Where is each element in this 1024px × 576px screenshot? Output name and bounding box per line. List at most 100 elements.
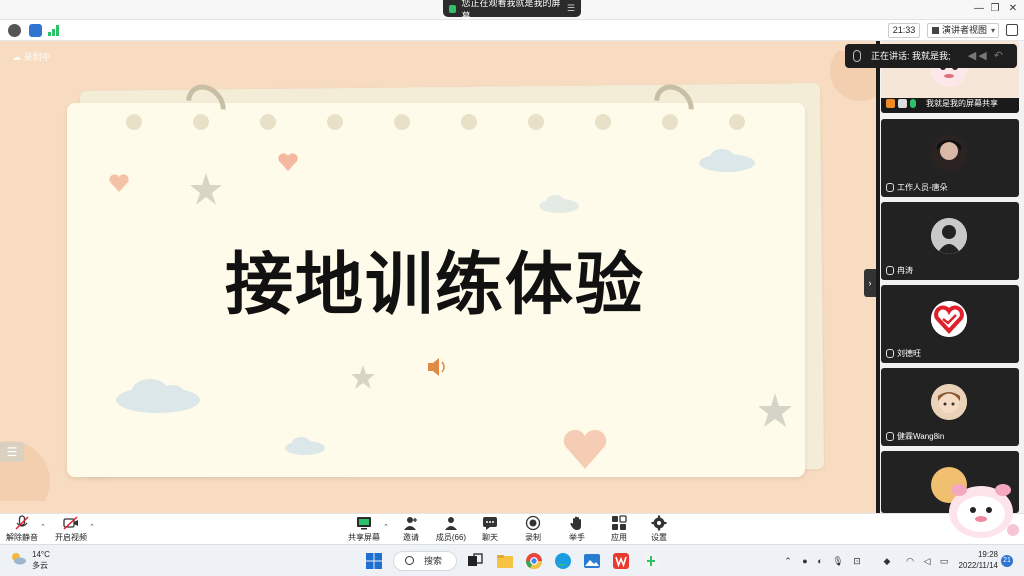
cloud-icon bbox=[699, 149, 755, 172]
meeting-toolbar: 解除静音 ⌃ 开启视频 ⌃ 共享屏幕 ⌃ 邀请 成员(66) 聊天 录制 举手 … bbox=[0, 513, 1024, 544]
microphone-muted-icon bbox=[886, 183, 894, 192]
view-mode-dropdown[interactable]: 演讲者视图 ▾ bbox=[927, 23, 999, 38]
cloud-icon bbox=[539, 195, 579, 213]
gear-icon bbox=[651, 515, 667, 531]
wps-office-icon[interactable] bbox=[612, 552, 630, 570]
audio-options-chevron-icon[interactable]: ⌃ bbox=[40, 523, 46, 531]
microphone-icon bbox=[853, 50, 861, 62]
active-speaker-bar: 正在讲话: 我就是我; ◀◀ ↶ bbox=[845, 44, 1017, 68]
binder-hole bbox=[461, 114, 477, 130]
apps-icon bbox=[612, 515, 627, 530]
unmute-button[interactable]: 解除静音 bbox=[6, 515, 38, 545]
wifi-icon[interactable]: ◠ bbox=[904, 555, 916, 567]
microphone-muted-icon bbox=[886, 432, 894, 441]
cloud-icon bbox=[285, 437, 325, 455]
share-screen-icon bbox=[357, 517, 371, 530]
title-bar: 您正在观看我就是我的屏幕 ☰ — ❐ ✕ bbox=[0, 0, 1024, 21]
participant-name: 我就是我的屏幕共享 bbox=[884, 97, 998, 110]
chrome-icon[interactable] bbox=[525, 552, 543, 570]
view-layout-icon bbox=[932, 27, 939, 34]
binder-hole bbox=[662, 114, 678, 130]
star-icon bbox=[351, 365, 375, 389]
screen-share-icon bbox=[898, 99, 907, 108]
chat-button[interactable]: 聊天 bbox=[478, 515, 502, 545]
mascot-sticker-icon bbox=[949, 484, 1019, 538]
chevron-down-icon: ▾ bbox=[990, 26, 995, 35]
binder-hole bbox=[528, 114, 544, 130]
search-icon bbox=[405, 556, 414, 565]
chat-icon bbox=[483, 517, 497, 530]
binder-hole bbox=[595, 114, 611, 130]
apps-button[interactable]: 应用 bbox=[607, 515, 631, 545]
screen-share-banner[interactable]: 您正在观看我就是我的屏幕 ☰ bbox=[443, 0, 581, 21]
menu-icon[interactable]: ☰ bbox=[567, 3, 575, 14]
video-options-chevron-icon[interactable]: ⌃ bbox=[89, 523, 95, 531]
taskbar-search[interactable]: 搜索 bbox=[393, 551, 457, 571]
add-user-icon bbox=[404, 517, 417, 530]
share-screen-button[interactable]: 共享屏幕 bbox=[346, 515, 382, 545]
qq-icon[interactable]: ● bbox=[799, 555, 811, 567]
shared-screen: ☁ 录制中 接地训练体验 ☰ › bbox=[0, 41, 876, 513]
collapse-panel-button[interactable]: › bbox=[864, 269, 876, 297]
info-icon[interactable] bbox=[8, 24, 21, 37]
binder-hole bbox=[260, 114, 276, 130]
weather-widget[interactable]: 14°C 多云 bbox=[10, 549, 50, 571]
start-video-button[interactable]: 开启视频 bbox=[54, 515, 88, 545]
close-button[interactable]: ✕ bbox=[1004, 2, 1022, 16]
windows-taskbar: 14°C 多云 搜索 ⌃ ● ◐ 🎙 ⊡ ◆ ◠ ◁ ▭ 19:28 2022/… bbox=[0, 544, 1024, 576]
binder-hole bbox=[193, 114, 209, 130]
volume-icon[interactable]: ◁ bbox=[921, 555, 933, 567]
photos-icon[interactable] bbox=[583, 552, 601, 570]
slide-menu-button[interactable]: ☰ bbox=[0, 442, 24, 462]
system-clock[interactable]: 19:28 2022/11/14 bbox=[958, 549, 998, 571]
weather-temperature: 14°C bbox=[32, 550, 50, 559]
edge-icon[interactable] bbox=[554, 552, 572, 570]
participant-tile[interactable]: 工作人员-唐朵 bbox=[881, 119, 1019, 197]
heart-icon bbox=[563, 429, 607, 469]
participant-tile[interactable]: 刘德旺 bbox=[881, 285, 1019, 363]
fullscreen-icon[interactable] bbox=[1006, 24, 1018, 36]
heart-icon bbox=[278, 153, 298, 171]
file-explorer-icon[interactable] bbox=[496, 552, 514, 570]
chevron-up-icon[interactable]: ⌃ bbox=[782, 555, 794, 567]
notification-badge[interactable]: 21 bbox=[1001, 555, 1013, 567]
binder-hole bbox=[327, 114, 343, 130]
participant-name: 冉涛 bbox=[884, 264, 913, 277]
slide-title: 接地训练体验 bbox=[224, 246, 645, 325]
participant-name: 工作人员-唐朵 bbox=[884, 181, 948, 194]
share-options-chevron-icon[interactable]: ⌃ bbox=[383, 523, 389, 531]
speaker-icon[interactable] bbox=[426, 356, 450, 378]
dark-figure-avatar-icon bbox=[931, 218, 967, 254]
participant-name: 健霖Wang8in bbox=[884, 430, 944, 443]
navigation-arrows-icon[interactable]: ◀◀ ↶ bbox=[968, 44, 1005, 68]
panel-divider bbox=[876, 41, 880, 513]
star-icon bbox=[758, 393, 792, 427]
clock-time: 19:28 bbox=[977, 550, 998, 559]
restore-button[interactable]: ❐ bbox=[986, 2, 1004, 16]
participant-tile[interactable]: 健霖Wang8in bbox=[881, 368, 1019, 446]
microphone-icon[interactable]: 🎙 bbox=[832, 555, 844, 567]
meeting-clock: 21:33 bbox=[888, 23, 920, 38]
microphone-on-icon bbox=[910, 99, 916, 108]
view-mode-label: 演讲者视图 bbox=[942, 25, 988, 35]
settings-button[interactable]: 设置 bbox=[647, 515, 671, 545]
shield-icon[interactable] bbox=[29, 24, 42, 37]
windows-start-icon[interactable] bbox=[365, 552, 383, 570]
record-button[interactable]: 录制 bbox=[521, 515, 545, 545]
antivirus-icon[interactable]: ◆ bbox=[881, 555, 893, 567]
anime-avatar-icon bbox=[931, 384, 967, 420]
invite-button[interactable]: 邀请 bbox=[398, 515, 424, 545]
input-icon[interactable]: ⊡ bbox=[851, 555, 863, 567]
photo-avatar-icon bbox=[931, 135, 967, 171]
microphone-muted-icon bbox=[886, 349, 894, 358]
task-view-icon[interactable] bbox=[466, 552, 484, 570]
participant-tile[interactable]: 冉涛 bbox=[881, 202, 1019, 280]
microphone-muted-icon bbox=[15, 515, 29, 530]
members-button[interactable]: 成员(66) bbox=[434, 515, 468, 545]
raise-hand-button[interactable]: 举手 bbox=[565, 515, 589, 545]
battery-icon[interactable]: ▭ bbox=[938, 555, 950, 567]
signal-icon[interactable] bbox=[48, 25, 60, 36]
pinned-app-icon[interactable] bbox=[642, 552, 660, 570]
share-banner-text: 您正在观看我就是我的屏幕 bbox=[461, 0, 561, 21]
meeting-tray-icon[interactable]: ◐ bbox=[814, 555, 826, 567]
